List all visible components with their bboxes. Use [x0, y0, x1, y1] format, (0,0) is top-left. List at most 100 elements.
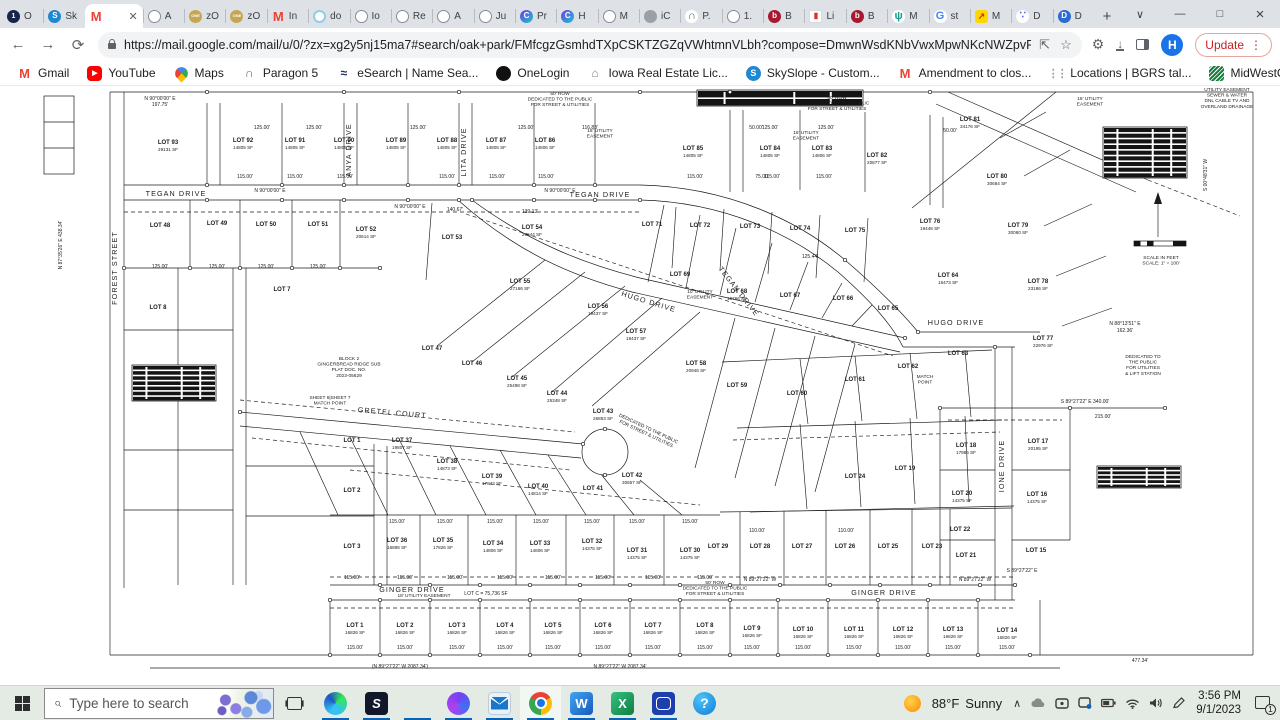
browser-tab[interactable]: CPr: [515, 4, 556, 28]
taskbar-task-view-button[interactable]: [274, 686, 315, 720]
taskbar-word-button[interactable]: W: [561, 686, 602, 720]
tab-close-icon[interactable]: ✕: [129, 10, 138, 23]
tab-search-icon[interactable]: ∨: [1120, 8, 1160, 21]
browser-tab[interactable]: ▮Li: [804, 4, 845, 28]
weather-sun-icon[interactable]: [904, 695, 921, 712]
browser-tab[interactable]: A: [143, 4, 184, 28]
browser-tab[interactable]: ONEzO: [184, 4, 225, 28]
new-tab-button[interactable]: +: [1094, 4, 1120, 28]
wifi-icon[interactable]: [1125, 698, 1140, 709]
bookmark-gmail[interactable]: MGmail: [10, 64, 76, 83]
minimize-button[interactable]: —: [1160, 8, 1200, 20]
tab-gmail-active[interactable]: M✕: [85, 4, 143, 28]
svg-text:LOT 42: LOT 42: [622, 473, 643, 479]
back-button[interactable]: ←: [8, 36, 28, 53]
taskbar-search-input[interactable]: ⌕ Type here to search: [44, 688, 274, 719]
bookmark-amendment-to-clos[interactable]: MAmendment to clos...: [891, 64, 1039, 83]
start-button[interactable]: [0, 686, 44, 720]
notification-center[interactable]: 1: [1255, 696, 1272, 711]
browser-tab[interactable]: A: [432, 4, 473, 28]
share-icon[interactable]: ⇱: [1039, 37, 1050, 53]
volume-icon[interactable]: [1149, 697, 1163, 709]
browser-tab[interactable]: Gst: [929, 4, 970, 28]
browser-tab[interactable]: 1O: [2, 4, 43, 28]
bookmark-locations-bgrs-tal[interactable]: ⋮⋮Locations | BGRS tal...: [1042, 64, 1198, 83]
profile-avatar[interactable]: H: [1161, 34, 1183, 56]
taskbar-help-button[interactable]: ?: [684, 686, 725, 720]
taskbar-excel-button[interactable]: X: [602, 686, 643, 720]
svg-text:UTILITY EASEMENT: UTILITY EASEMENT: [1204, 87, 1250, 93]
svg-text:LOT 59: LOT 59: [727, 383, 748, 389]
bookmark-youtube[interactable]: ▶YouTube: [80, 64, 162, 83]
svg-text:115.00': 115.00': [945, 645, 961, 651]
svg-text:LOT C = 75,736 SF: LOT C = 75,736 SF: [464, 591, 507, 597]
bookmark-star-icon[interactable]: ☆: [1060, 37, 1072, 53]
browser-tab[interactable]: ∵D: [1011, 4, 1052, 28]
browser-tab[interactable]: Ju: [474, 4, 515, 28]
maximize-button[interactable]: □: [1200, 8, 1240, 20]
svg-text:16826 SF: 16826 SF: [345, 630, 365, 635]
svg-text:LOT 23: LOT 23: [922, 544, 943, 550]
browser-tab[interactable]: bB: [846, 4, 887, 28]
taskbar-chrome-button[interactable]: [520, 686, 561, 720]
svg-text:LOT 17: LOT 17: [1028, 439, 1049, 445]
browser-tab[interactable]: iC: [639, 4, 680, 28]
bookmark-esearch-name-sea[interactable]: ≈eSearch | Name Sea...: [329, 64, 485, 83]
downloads-icon[interactable]: ↓: [1116, 39, 1124, 51]
search-highlight-image[interactable]: [215, 689, 273, 718]
browser-tab[interactable]: bB: [763, 4, 804, 28]
browser-tab[interactable]: Io: [350, 4, 391, 28]
bookmark-iowa-real-estate-lic[interactable]: ⌂Iowa Real Estate Lic...: [580, 64, 734, 83]
svg-text:LOT 73: LOT 73: [740, 224, 761, 230]
taskbar-forms-button[interactable]: [643, 686, 684, 720]
browser-tab[interactable]: CH: [556, 4, 597, 28]
svg-text:16826 SF: 16826 SF: [447, 630, 467, 635]
browser-tab[interactable]: 1.: [722, 4, 763, 28]
taskbar-file-explorer-button[interactable]: [397, 686, 438, 720]
bookmark-skyslope-custom[interactable]: SSkySlope - Custom...: [739, 64, 887, 83]
forward-button[interactable]: →: [38, 36, 58, 53]
browser-tab[interactable]: ψM: [887, 4, 928, 28]
url-text[interactable]: https://mail.google.com/mail/u/0/?zx=xg2…: [124, 38, 1031, 52]
browser-tab[interactable]: ∩P.: [680, 4, 721, 28]
side-panel-icon[interactable]: [1136, 39, 1149, 50]
taskbar-paragon-button[interactable]: [438, 686, 479, 720]
browser-tab[interactable]: M: [598, 4, 639, 28]
svg-text:LOT 21: LOT 21: [956, 553, 977, 559]
weather-widget[interactable]: 88°F Sunny: [932, 696, 1002, 711]
browser-tab[interactable]: MIn: [267, 4, 308, 28]
browser-tab[interactable]: DD: [1053, 4, 1094, 28]
svg-text:20614 SF: 20614 SF: [356, 234, 376, 239]
padlock-icon[interactable]: [108, 43, 116, 49]
browser-tab[interactable]: ↗M: [970, 4, 1011, 28]
svg-text:16' UTILITY: 16' UTILITY: [793, 130, 819, 136]
browser-tab[interactable]: SSk: [43, 4, 84, 28]
bookmark-maps[interactable]: Maps: [167, 64, 231, 83]
browser-tab[interactable]: ONEzO: [225, 4, 266, 28]
extensions-icon[interactable]: ⚙: [1092, 36, 1105, 53]
taskbar-clock[interactable]: 3:56 PM 9/1/2023: [1196, 689, 1241, 718]
browser-tab[interactable]: do: [308, 4, 349, 28]
close-button[interactable]: ×: [1240, 6, 1280, 23]
pen-icon[interactable]: [1172, 697, 1185, 709]
taskbar-skyslope-button[interactable]: S: [356, 686, 397, 720]
onedrive-cloud-icon[interactable]: [1030, 697, 1046, 709]
address-bar[interactable]: https://mail.google.com/mail/u/0/?zx=xg2…: [98, 32, 1082, 58]
taskbar-apps: S WX?: [274, 686, 725, 720]
bookmark-paragon-5[interactable]: ∩Paragon 5: [235, 64, 325, 83]
battery-icon[interactable]: [1101, 698, 1116, 708]
teams-icon[interactable]: [1078, 697, 1092, 709]
browser-tab[interactable]: Re: [391, 4, 432, 28]
bookmark-midwestone[interactable]: MidWestOne: [1202, 64, 1280, 83]
tray-expand-icon[interactable]: ∧: [1013, 697, 1021, 710]
svg-text:IONE DRIVE: IONE DRIVE: [997, 440, 1006, 493]
weather-condition: Sunny: [965, 696, 1002, 711]
taskbar-edge-button[interactable]: [315, 686, 356, 720]
bookmark-onelogin[interactable]: OneLogin: [489, 64, 576, 83]
meet-now-icon[interactable]: [1055, 697, 1069, 709]
taskbar-mail-button[interactable]: [479, 686, 520, 720]
reload-button[interactable]: ⟳: [68, 36, 88, 54]
svg-text:19807 SF: 19807 SF: [392, 445, 412, 450]
update-button[interactable]: Update ⋮: [1195, 33, 1272, 57]
browser-menu-icon[interactable]: ⋮: [1250, 38, 1262, 52]
